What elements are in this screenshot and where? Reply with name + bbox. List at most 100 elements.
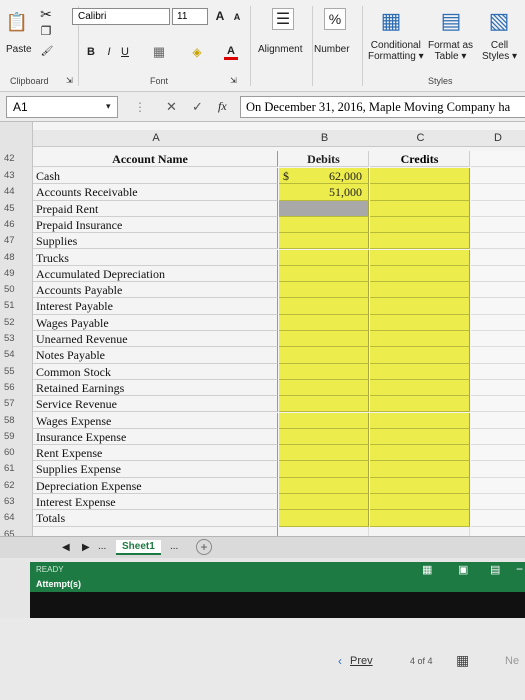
account-name-cell[interactable]: Interest Payable bbox=[33, 298, 278, 315]
credits-header[interactable]: Credits bbox=[370, 151, 470, 168]
page-break-icon[interactable]: ▤ bbox=[490, 563, 500, 576]
alignment-button[interactable]: Alignment bbox=[258, 44, 302, 55]
debit-input-cell[interactable] bbox=[279, 379, 369, 397]
scroll-left-icon[interactable]: ◀ bbox=[62, 542, 70, 553]
format-painter-icon[interactable]: 🖌 bbox=[40, 44, 54, 58]
formula-input[interactable]: On December 31, 2016, Maple Moving Compa… bbox=[240, 96, 525, 118]
debit-input-cell[interactable] bbox=[279, 314, 369, 331]
empty-cell[interactable] bbox=[471, 445, 525, 462]
empty-cell[interactable] bbox=[471, 494, 525, 511]
empty-cell[interactable] bbox=[471, 168, 525, 185]
empty-cell[interactable] bbox=[471, 265, 525, 283]
column-header-d[interactable]: D bbox=[471, 130, 525, 147]
debit-input-cell[interactable]: $62,000 bbox=[279, 168, 369, 185]
empty-cell[interactable] bbox=[471, 298, 525, 315]
fx-icon[interactable]: fx bbox=[218, 99, 227, 114]
font-color-icon[interactable]: A bbox=[224, 44, 238, 60]
column-header-c[interactable]: C bbox=[370, 130, 471, 147]
tabs-ellipsis-right[interactable]: ... bbox=[170, 541, 178, 552]
account-name-cell[interactable]: Insurance Expense bbox=[33, 428, 278, 446]
debit-input-cell[interactable] bbox=[279, 461, 369, 478]
credit-input-cell[interactable] bbox=[370, 363, 470, 380]
empty-cell[interactable] bbox=[471, 282, 525, 299]
normal-view-icon[interactable]: ▦ bbox=[422, 563, 432, 576]
bold-button[interactable]: B bbox=[84, 44, 98, 60]
cell-styles-button[interactable]: Cell Styles ▾ bbox=[482, 40, 517, 62]
copy-icon[interactable]: ❐ bbox=[36, 24, 56, 38]
debit-input-cell[interactable] bbox=[279, 494, 369, 511]
account-name-cell[interactable]: Interest Expense bbox=[33, 494, 278, 511]
empty-cell[interactable] bbox=[471, 477, 525, 494]
paste-button[interactable]: Paste bbox=[6, 44, 32, 55]
debit-input-cell[interactable]: 51,000 bbox=[279, 184, 369, 201]
name-box-dropdown-icon[interactable]: ▾ bbox=[106, 101, 111, 112]
credit-input-cell[interactable] bbox=[370, 265, 470, 283]
font-launcher-icon[interactable]: ⇲ bbox=[230, 76, 237, 85]
credit-input-cell[interactable] bbox=[370, 412, 470, 429]
debit-input-cell[interactable] bbox=[279, 298, 369, 315]
debit-input-cell[interactable] bbox=[279, 510, 369, 527]
account-name-cell[interactable]: Wages Payable bbox=[33, 314, 278, 331]
credit-input-cell[interactable] bbox=[370, 184, 470, 201]
grid-view-icon[interactable]: ▦ bbox=[456, 652, 469, 669]
credit-input-cell[interactable] bbox=[370, 331, 470, 348]
empty-cell[interactable] bbox=[471, 200, 525, 217]
fill-color-icon[interactable]: ◈ bbox=[188, 44, 206, 60]
credit-input-cell[interactable] bbox=[370, 298, 470, 315]
empty-cell[interactable] bbox=[471, 249, 525, 266]
debit-input-cell[interactable] bbox=[279, 347, 369, 364]
account-name-cell[interactable]: Unearned Revenue bbox=[33, 331, 278, 348]
page-layout-icon[interactable]: ▣ bbox=[458, 563, 468, 576]
credit-input-cell[interactable] bbox=[370, 461, 470, 478]
font-size-field[interactable]: 11 bbox=[172, 8, 208, 25]
account-name-cell[interactable]: Depreciation Expense bbox=[33, 477, 278, 494]
credit-input-cell[interactable] bbox=[370, 233, 470, 250]
number-format-icon[interactable]: % bbox=[324, 8, 346, 30]
account-name-cell[interactable]: Common Stock bbox=[33, 363, 278, 380]
cut-icon[interactable]: ✂ bbox=[36, 6, 56, 22]
number-button[interactable]: Number bbox=[314, 44, 350, 55]
scroll-right-icon[interactable]: ▶ bbox=[82, 542, 90, 553]
format-as-table-icon[interactable]: ▤ bbox=[436, 6, 466, 36]
account-name-cell[interactable]: Accounts Payable bbox=[33, 282, 278, 299]
account-name-cell[interactable]: Totals bbox=[33, 510, 278, 527]
debit-input-cell[interactable] bbox=[279, 249, 369, 266]
account-name-cell[interactable]: Rent Expense bbox=[33, 445, 278, 462]
debit-input-cell[interactable] bbox=[279, 265, 369, 283]
prev-button[interactable]: Prev bbox=[350, 655, 373, 667]
empty-cell[interactable] bbox=[471, 510, 525, 527]
debit-input-cell[interactable] bbox=[279, 282, 369, 299]
debit-input-cell[interactable] bbox=[279, 200, 369, 217]
credit-input-cell[interactable] bbox=[370, 347, 470, 364]
debit-input-cell[interactable] bbox=[279, 428, 369, 446]
tabs-ellipsis[interactable]: ... bbox=[98, 541, 106, 552]
debit-input-cell[interactable] bbox=[279, 412, 369, 429]
credit-input-cell[interactable] bbox=[370, 445, 470, 462]
grow-font-button[interactable]: A bbox=[212, 8, 228, 24]
account-name-cell[interactable]: Prepaid Rent bbox=[33, 200, 278, 217]
shrink-font-button[interactable]: A bbox=[230, 10, 244, 24]
credit-input-cell[interactable] bbox=[370, 200, 470, 217]
empty-cell[interactable] bbox=[471, 233, 525, 250]
cell-styles-icon[interactable]: ▧ bbox=[484, 6, 514, 36]
account-name-cell[interactable]: Notes Payable bbox=[33, 347, 278, 364]
credit-input-cell[interactable] bbox=[370, 379, 470, 397]
credit-input-cell[interactable] bbox=[370, 168, 470, 185]
account-name-cell[interactable]: Accumulated Depreciation bbox=[33, 265, 278, 283]
tab-sheet1[interactable]: Sheet1 bbox=[116, 540, 161, 555]
account-name-cell[interactable]: Wages Expense bbox=[33, 412, 278, 429]
credit-input-cell[interactable] bbox=[370, 494, 470, 511]
account-name-cell[interactable]: Accounts Receivable bbox=[33, 184, 278, 201]
debit-input-cell[interactable] bbox=[279, 216, 369, 234]
account-name-header[interactable]: Account Name bbox=[33, 151, 278, 168]
account-name-cell[interactable]: Cash bbox=[33, 168, 278, 185]
credit-input-cell[interactable] bbox=[370, 282, 470, 299]
prev-icon[interactable]: ‹ bbox=[338, 654, 342, 668]
account-name-cell[interactable]: Retained Earnings bbox=[33, 379, 278, 397]
debit-input-cell[interactable] bbox=[279, 477, 369, 494]
credit-input-cell[interactable] bbox=[370, 216, 470, 234]
clipboard-launcher-icon[interactable]: ⇲ bbox=[66, 76, 73, 85]
empty-cell[interactable] bbox=[471, 461, 525, 478]
empty-cell[interactable] bbox=[471, 396, 525, 413]
debit-input-cell[interactable] bbox=[279, 396, 369, 413]
